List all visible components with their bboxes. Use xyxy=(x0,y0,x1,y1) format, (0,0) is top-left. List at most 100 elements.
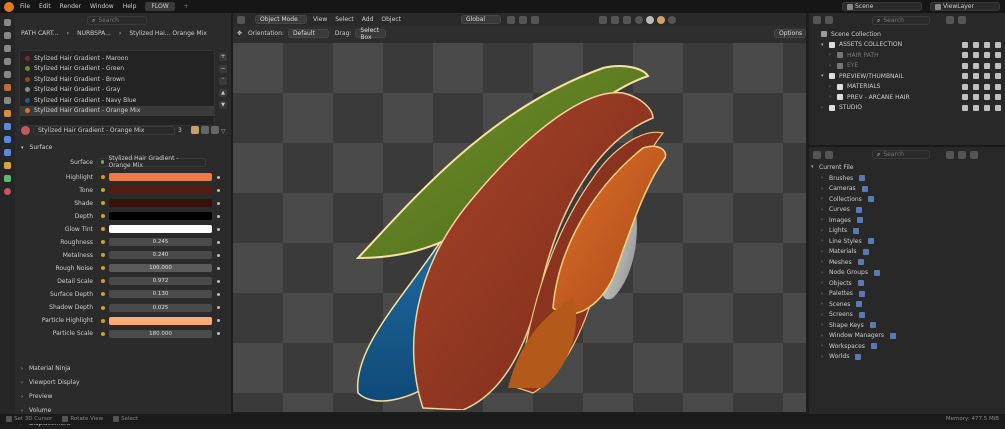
orientation-dropdown[interactable]: Default xyxy=(287,29,329,38)
chevron-right-icon[interactable]: › xyxy=(821,217,829,223)
checkbox-icon[interactable] xyxy=(962,41,968,48)
breadcrumb-data[interactable]: NURBSPA... xyxy=(77,30,111,37)
move-down-icon[interactable]: ▼ xyxy=(219,101,227,109)
scene-icon[interactable] xyxy=(4,71,11,78)
outliner-row[interactable]: › EYE xyxy=(809,61,1005,72)
outliner-row[interactable]: Scene Collection xyxy=(809,29,1005,40)
outliner-row[interactable]: › HAIR PATH xyxy=(809,50,1005,61)
chevron-right-icon[interactable]: › xyxy=(821,280,829,286)
checkbox-icon[interactable] xyxy=(962,62,968,69)
keyframe-icon[interactable] xyxy=(217,279,220,283)
chevron-right-icon[interactable]: › xyxy=(821,259,829,265)
filter-icon[interactable] xyxy=(946,16,954,24)
material-shading-icon[interactable] xyxy=(656,15,665,24)
list-item[interactable]: Stylized Hair Gradient - Gray xyxy=(20,85,214,96)
chevron-right-icon[interactable]: › xyxy=(821,322,829,328)
camera-icon[interactable] xyxy=(995,73,1001,80)
datablock-row[interactable]: › Lights xyxy=(809,226,1005,237)
chevron-right-icon[interactable]: › xyxy=(821,228,829,234)
checkbox-icon[interactable] xyxy=(962,104,968,111)
datablock-row[interactable]: › Curves xyxy=(809,205,1005,216)
pivot-icon[interactable] xyxy=(506,15,515,24)
material-icon[interactable] xyxy=(4,188,11,195)
snap-icon[interactable] xyxy=(518,15,527,24)
datablock-row[interactable]: › Workspaces xyxy=(809,341,1005,352)
chevron-right-icon[interactable]: › xyxy=(821,186,829,192)
section-surface[interactable]: ▾ Surface xyxy=(15,142,231,153)
expand-arrow-icon[interactable]: › xyxy=(821,105,829,111)
proportional-icon[interactable] xyxy=(530,15,539,24)
keyframe-icon[interactable] xyxy=(217,175,220,179)
property-value-field[interactable] xyxy=(109,225,212,234)
property-value-field[interactable] xyxy=(109,316,212,325)
datablock-row[interactable]: › Line Styles xyxy=(809,236,1005,247)
world-icon[interactable] xyxy=(4,84,11,91)
select-icon[interactable] xyxy=(973,94,979,101)
object-icon[interactable] xyxy=(4,110,11,117)
checkbox-icon[interactable] xyxy=(962,52,968,59)
chevron-right-icon[interactable]: › xyxy=(821,291,829,297)
menu-object[interactable]: Object xyxy=(381,16,401,23)
eye-icon[interactable] xyxy=(984,41,990,48)
list-item[interactable]: Stylized Hair Gradient - Green xyxy=(20,64,214,75)
keyframe-icon[interactable] xyxy=(217,306,220,309)
datablock-row[interactable]: › Screens xyxy=(809,310,1005,321)
chevron-right-icon[interactable]: › xyxy=(821,343,829,349)
camera-icon[interactable] xyxy=(995,52,1001,59)
duplicate-icon[interactable] xyxy=(201,126,209,134)
keyframe-icon[interactable] xyxy=(217,188,220,192)
list-item-selected[interactable]: Stylized Hair Gradient - Orange Mix xyxy=(20,105,214,116)
material-browse-icon[interactable] xyxy=(21,126,30,135)
constraints-icon[interactable] xyxy=(4,162,11,169)
datablock-row[interactable]: › Worlds xyxy=(809,352,1005,363)
menu-window[interactable]: Window xyxy=(90,3,114,10)
wireframe-shading-icon[interactable] xyxy=(634,15,643,24)
editor-type-icon[interactable] xyxy=(813,16,821,24)
new-collection-icon[interactable] xyxy=(958,16,966,24)
transform-orientation[interactable]: Global xyxy=(460,15,501,24)
eye-icon[interactable] xyxy=(984,83,990,90)
breadcrumb-object[interactable]: PATH CART... xyxy=(21,30,59,37)
outliner-row[interactable]: › MATERIALS xyxy=(809,82,1005,93)
select-icon[interactable] xyxy=(973,62,979,69)
move-icon[interactable]: ✥ xyxy=(237,30,242,37)
property-value-field[interactable] xyxy=(109,186,212,195)
expand-arrow-icon[interactable]: › xyxy=(829,63,837,69)
data-icon[interactable] xyxy=(4,175,11,182)
workspace-tab-flow[interactable]: FLOW xyxy=(145,2,175,11)
property-value-field[interactable]: 0.240 xyxy=(109,251,212,260)
select-icon[interactable] xyxy=(973,73,979,80)
property-value-field[interactable]: 0.130 xyxy=(109,290,212,299)
physics-icon[interactable] xyxy=(4,149,11,156)
datablock-row[interactable]: › Collections xyxy=(809,194,1005,205)
section-viewport-display[interactable]: › Viewport Display xyxy=(15,377,231,388)
menu-edit[interactable]: Edit xyxy=(39,3,51,10)
solid-shading-icon[interactable] xyxy=(645,15,654,24)
outliner-search-input[interactable]: ⌕ Search xyxy=(872,16,930,25)
datablock-row[interactable]: › Brushes xyxy=(809,173,1005,184)
checkbox-icon[interactable] xyxy=(962,73,968,80)
overlay-icon[interactable] xyxy=(622,15,631,24)
mode-selector[interactable]: Object Mode xyxy=(255,15,307,24)
editor-type-icon[interactable] xyxy=(813,151,821,159)
chevron-right-icon[interactable]: › xyxy=(821,238,829,244)
keyframe-icon[interactable] xyxy=(217,266,220,270)
keyframe-icon[interactable] xyxy=(217,332,220,336)
menu-add[interactable]: Add xyxy=(362,16,374,23)
keyframe-icon[interactable] xyxy=(217,292,220,296)
select-icon[interactable] xyxy=(973,41,979,48)
chevron-right-icon[interactable]: › xyxy=(821,207,829,213)
options-button[interactable]: Options xyxy=(774,29,806,38)
list-item[interactable]: Stylized Hair Gradient - Brown xyxy=(20,74,214,85)
keyframe-icon[interactable] xyxy=(217,319,220,323)
view-layer-icon[interactable] xyxy=(4,58,11,65)
editor-type-icon[interactable] xyxy=(237,15,245,24)
property-value-field[interactable]: 180.000 xyxy=(109,329,212,338)
eye-icon[interactable] xyxy=(984,62,990,69)
modifier-icon[interactable] xyxy=(4,123,11,130)
render-icon[interactable] xyxy=(4,32,11,39)
chevron-right-icon[interactable]: › xyxy=(821,270,829,276)
eye-icon[interactable] xyxy=(984,73,990,80)
datablock-row[interactable]: › Images xyxy=(809,215,1005,226)
keyframe-icon[interactable] xyxy=(217,214,220,218)
